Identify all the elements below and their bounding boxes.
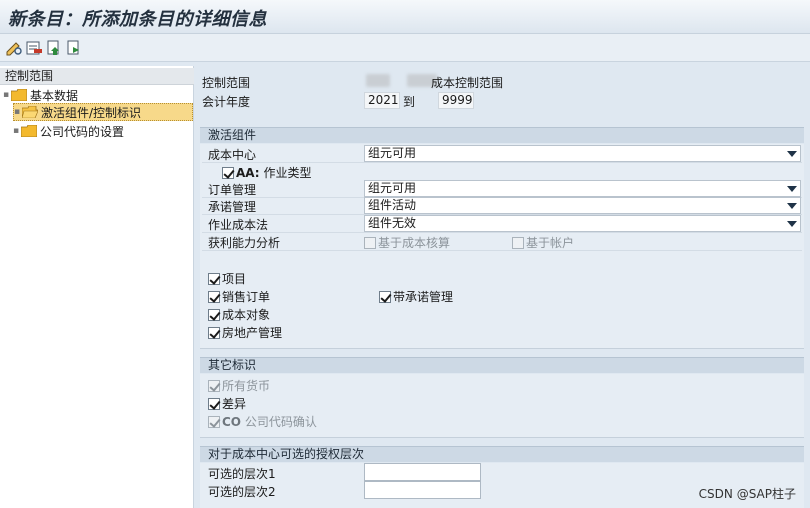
commitment-select[interactable]: 组件活动 [364, 197, 801, 214]
dialog-structure-tree: 控制范围 ▪ 基本数据 ▪ 激活组件/控制标识 ▪ 公司代码的设置 [0, 66, 194, 508]
real-estate-label: 房地产管理 [222, 326, 283, 340]
checkbox-icon [208, 308, 220, 321]
cost-objects-label: 成本对象 [222, 308, 271, 322]
dropdown-arrow-icon [787, 221, 797, 227]
level1-input[interactable] [364, 463, 481, 481]
tree-item-label: 公司代码的设置 [40, 124, 125, 139]
watermark-text: CSDN @SAP柱子 [698, 487, 796, 501]
costing-based-label: 基于成本核算 [378, 236, 451, 250]
sales-orders-checkbox[interactable]: 销售订单 [208, 288, 270, 305]
window-title: 新条目：所添加条目的详细信息 [8, 9, 267, 30]
order-mgmt-label: 订单管理 [208, 183, 257, 197]
checkbox-icon [208, 290, 220, 303]
dropdown-arrow-icon [787, 203, 797, 209]
all-currencies-checkbox: 所有货币 [208, 377, 270, 394]
aa-activity-type-checkbox[interactable]: AA: 作业类型 [222, 164, 311, 181]
level2-input[interactable] [364, 481, 481, 499]
variances-label: 差异 [222, 397, 247, 411]
to-label: 到 [403, 95, 416, 109]
folder-icon [11, 89, 27, 101]
tree-item-label: 激活组件/控制标识 [41, 105, 142, 120]
checkbox-icon [364, 236, 376, 249]
tree-item-label: 基本数据 [30, 88, 79, 103]
variances-checkbox[interactable]: 差异 [208, 395, 246, 412]
aa-prefix: AA: [236, 165, 260, 180]
folder-icon [21, 125, 37, 137]
cost-center-label: 成本中心 [208, 148, 257, 162]
profitability-label: 获利能力分析 [208, 236, 281, 250]
account-based-checkbox: 基于帐户 [512, 234, 574, 251]
tree-item-activate-components[interactable]: ▪ 激活组件/控制标识 [13, 103, 193, 121]
account-based-label: 基于帐户 [526, 236, 575, 250]
commitment-label: 承诺管理 [208, 200, 257, 214]
edit-display-icon[interactable] [4, 38, 24, 58]
auth-hierarchy-group-header: 对于成本中心可选的授权层次 [200, 446, 804, 462]
delete-row-icon[interactable] [24, 38, 44, 58]
navigate-icon[interactable] [64, 38, 84, 58]
order-mgmt-select[interactable]: 组元可用 [364, 180, 801, 197]
real-estate-checkbox[interactable]: 房地产管理 [208, 324, 282, 341]
title-bar: 新条目：所添加条目的详细信息 [0, 0, 810, 34]
level2-label: 可选的层次2 [208, 485, 276, 499]
with-commitment-checkbox[interactable]: 带承诺管理 [379, 288, 453, 305]
level1-label: 可选的层次1 [208, 467, 276, 481]
checkbox-icon [379, 290, 391, 303]
controlling-area-name: 成本控制范围 [431, 76, 504, 90]
tree-bullet-icon: ▪ [3, 90, 10, 100]
activity-costing-value: 组件无效 [368, 216, 417, 230]
copy-entry-icon[interactable] [44, 38, 64, 58]
cost-center-select[interactable]: 组元可用 [364, 145, 801, 162]
commitment-value: 组件活动 [368, 198, 417, 212]
controlling-area-label: 控制范围 [202, 76, 251, 90]
fiscal-year-label: 会计年度 [202, 95, 251, 109]
cost-center-value: 组元可用 [368, 146, 417, 160]
checkbox-icon [208, 397, 220, 410]
all-currencies-label: 所有货币 [222, 379, 271, 393]
other-flags-group-header: 其它标识 [200, 357, 804, 373]
profitability-row [202, 233, 802, 251]
order-mgmt-value: 组元可用 [368, 181, 417, 195]
sales-orders-label: 销售订单 [222, 290, 271, 304]
co-code-validation-label: 公司代码确认 [244, 415, 317, 429]
checkbox-icon [208, 326, 220, 339]
fiscal-year-to-field: 9999 [438, 92, 474, 109]
activity-costing-select[interactable]: 组件无效 [364, 215, 801, 232]
cost-objects-checkbox[interactable]: 成本对象 [208, 306, 270, 323]
aa-label: 作业类型 [263, 166, 312, 180]
tree-root-label: 控制范围 [0, 68, 194, 85]
checkbox-icon [512, 236, 524, 249]
fiscal-year-from-field: 2021 [364, 92, 400, 109]
tree-item-company-code-settings[interactable]: ▪ 公司代码的设置 [13, 122, 193, 140]
activity-costing-label: 作业成本法 [208, 218, 269, 232]
dropdown-arrow-icon [787, 186, 797, 192]
components-group-header: 激活组件 [200, 127, 804, 143]
projects-checkbox[interactable]: 项目 [208, 270, 246, 287]
co-prefix: CO [222, 414, 242, 429]
checkbox-icon [208, 379, 220, 392]
folder-open-icon [22, 106, 38, 118]
co-code-validation-checkbox: CO 公司代码确认 [208, 413, 317, 430]
checkbox-icon [208, 415, 220, 428]
tree-bullet-icon: ▪ [13, 126, 20, 136]
projects-label: 项目 [222, 272, 247, 286]
checkbox-icon [208, 272, 220, 285]
tree-item-basic-data[interactable]: ▪ 基本数据 [3, 86, 191, 104]
redacted-area-code [366, 74, 390, 87]
with-commitment-label: 带承诺管理 [393, 290, 454, 304]
checkbox-icon [222, 166, 234, 179]
dropdown-arrow-icon [787, 151, 797, 157]
application-toolbar [0, 34, 810, 62]
tree-bullet-icon: ▪ [14, 107, 21, 117]
costing-based-checkbox: 基于成本核算 [364, 234, 450, 251]
